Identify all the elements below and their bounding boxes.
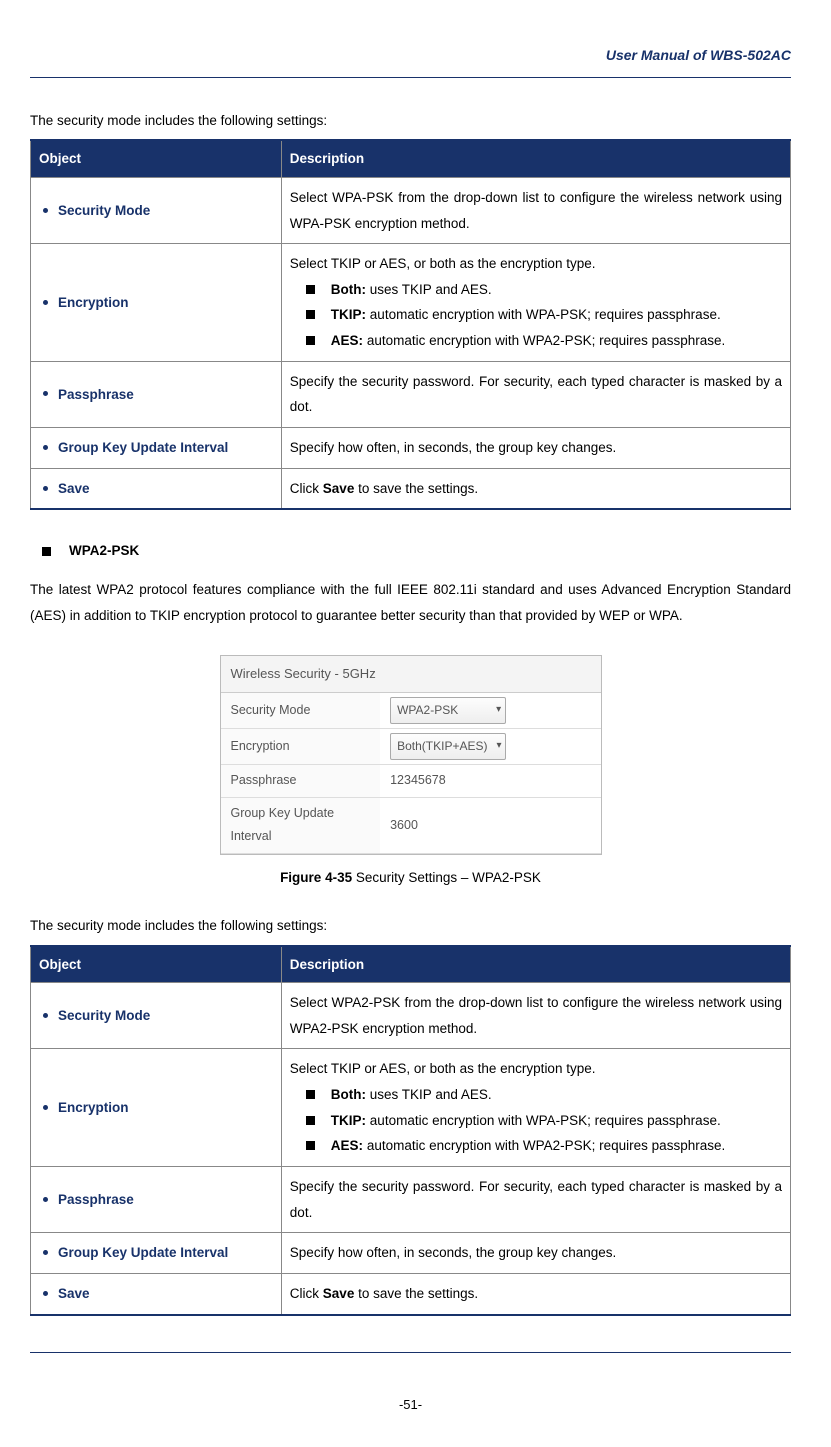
bullet-icon <box>43 1197 48 1202</box>
description-cell: Select TKIP or AES, or both as the encry… <box>281 1049 790 1167</box>
square-bullet-icon <box>306 336 315 345</box>
table-row: Group Key Update IntervalSpecify how oft… <box>31 428 791 469</box>
desc-list-item: TKIP: automatic encryption with WPA-PSK;… <box>290 302 782 328</box>
section-body: The latest WPA2 protocol features compli… <box>30 577 791 628</box>
settings-table-2: Object Description Security ModeSelect W… <box>30 945 791 1316</box>
table-row: SaveClick Save to save the settings. <box>31 1273 791 1314</box>
description-cell: Click Save to save the settings. <box>281 468 790 509</box>
square-bullet-icon <box>306 285 315 294</box>
header-rule <box>30 77 791 78</box>
figure-field-label: Security Mode <box>221 693 381 728</box>
object-cell: Security Mode <box>31 983 282 1049</box>
page-header: User Manual of WBS-502AC <box>30 42 791 69</box>
object-cell: Encryption <box>31 244 282 362</box>
object-cell: Group Key Update Interval <box>31 1233 282 1274</box>
figure-field-value: WPA2-PSK <box>380 693 600 728</box>
square-bullet-icon <box>306 1090 315 1099</box>
description-cell: Specify how often, in seconds, the group… <box>281 428 790 469</box>
desc-lead: Select TKIP or AES, or both as the encry… <box>290 1056 782 1082</box>
square-bullet-icon <box>42 547 51 556</box>
bullet-icon <box>43 445 48 450</box>
table-row: Encryption Select TKIP or AES, or both as… <box>31 1049 791 1167</box>
desc-lead: Select TKIP or AES, or both as the encry… <box>290 251 782 277</box>
square-bullet-icon <box>306 1141 315 1150</box>
description-cell: Specify the security password. For secur… <box>281 1167 790 1233</box>
figure-row: Group Key Update Interval3600 <box>221 797 601 854</box>
figure-row: Passphrase12345678 <box>221 764 601 797</box>
figure-field-value: 12345678 <box>380 764 600 797</box>
figure-field-label: Encryption <box>221 729 381 765</box>
figure-field-label: Passphrase <box>221 764 381 797</box>
table-row: SaveClick Save to save the settings. <box>31 468 791 509</box>
th-object: Object <box>31 946 282 983</box>
th-description: Description <box>281 140 790 177</box>
figure-caption-text: Security Settings – WPA2-PSK <box>352 870 541 885</box>
object-cell: Passphrase <box>31 1167 282 1233</box>
figure-caption: Figure 4-35 Security Settings – WPA2-PSK <box>30 865 791 891</box>
page-number: -51- <box>30 1393 791 1418</box>
table-row: Security ModeSelect WPA2-PSK from the dr… <box>31 983 791 1049</box>
figure-row: Security Mode WPA2-PSK <box>221 693 601 728</box>
footer-rule <box>30 1352 791 1353</box>
object-cell: Passphrase <box>31 361 282 427</box>
th-object: Object <box>31 140 282 177</box>
description-cell: Click Save to save the settings. <box>281 1273 790 1314</box>
bullet-icon <box>43 1250 48 1255</box>
object-cell: Save <box>31 1273 282 1314</box>
bullet-icon <box>43 208 48 213</box>
section-heading: WPA2-PSK <box>30 538 791 564</box>
select-control[interactable]: WPA2-PSK <box>390 697 506 724</box>
object-cell: Save <box>31 468 282 509</box>
th-description: Description <box>281 946 790 983</box>
figure-field-value: 3600 <box>380 797 600 854</box>
figure-title: Wireless Security - 5GHz <box>221 656 601 694</box>
figure-field-label: Group Key Update Interval <box>221 797 381 854</box>
bullet-icon <box>43 300 48 305</box>
figure-panel: Wireless Security - 5GHz Security Mode WP… <box>220 655 602 856</box>
figure-field-value: Both(TKIP+AES) <box>380 729 600 765</box>
desc-list-item: Both: uses TKIP and AES. <box>290 1082 782 1108</box>
description-cell: Select WPA-PSK from the drop-down list t… <box>281 177 790 243</box>
table-row: Group Key Update IntervalSpecify how oft… <box>31 1233 791 1274</box>
intro-text-2: The security mode includes the following… <box>30 913 791 939</box>
description-cell: Specify how often, in seconds, the group… <box>281 1233 790 1274</box>
bullet-icon <box>43 1105 48 1110</box>
bullet-icon <box>43 486 48 491</box>
select-control[interactable]: Both(TKIP+AES) <box>390 733 506 760</box>
object-cell: Encryption <box>31 1049 282 1167</box>
figure-table: Security Mode WPA2-PSK Encryption Both(TKIP… <box>221 693 601 854</box>
description-cell: Specify the security password. For secur… <box>281 361 790 427</box>
object-cell: Group Key Update Interval <box>31 428 282 469</box>
description-cell: Select TKIP or AES, or both as the encry… <box>281 244 790 362</box>
table-row: Security ModeSelect WPA-PSK from the dro… <box>31 177 791 243</box>
bullet-icon <box>43 391 48 396</box>
settings-table-1: Object Description Security ModeSelect W… <box>30 139 791 510</box>
table-row: PassphraseSpecify the security password.… <box>31 361 791 427</box>
figure-row: Encryption Both(TKIP+AES) <box>221 729 601 765</box>
desc-list-item: AES: automatic encryption with WPA2-PSK;… <box>290 328 782 354</box>
section-heading-text: WPA2-PSK <box>69 538 139 564</box>
bullet-icon <box>43 1013 48 1018</box>
desc-list-item: AES: automatic encryption with WPA2-PSK;… <box>290 1133 782 1159</box>
bullet-icon <box>43 1291 48 1296</box>
desc-list-item: Both: uses TKIP and AES. <box>290 277 782 303</box>
square-bullet-icon <box>306 310 315 319</box>
square-bullet-icon <box>306 1116 315 1125</box>
table-row: PassphraseSpecify the security password.… <box>31 1167 791 1233</box>
description-cell: Select WPA2-PSK from the drop-down list … <box>281 983 790 1049</box>
figure-caption-num: Figure 4-35 <box>280 870 352 885</box>
table-row: Encryption Select TKIP or AES, or both as… <box>31 244 791 362</box>
intro-text-1: The security mode includes the following… <box>30 108 791 134</box>
desc-list-item: TKIP: automatic encryption with WPA-PSK;… <box>290 1108 782 1134</box>
object-cell: Security Mode <box>31 177 282 243</box>
